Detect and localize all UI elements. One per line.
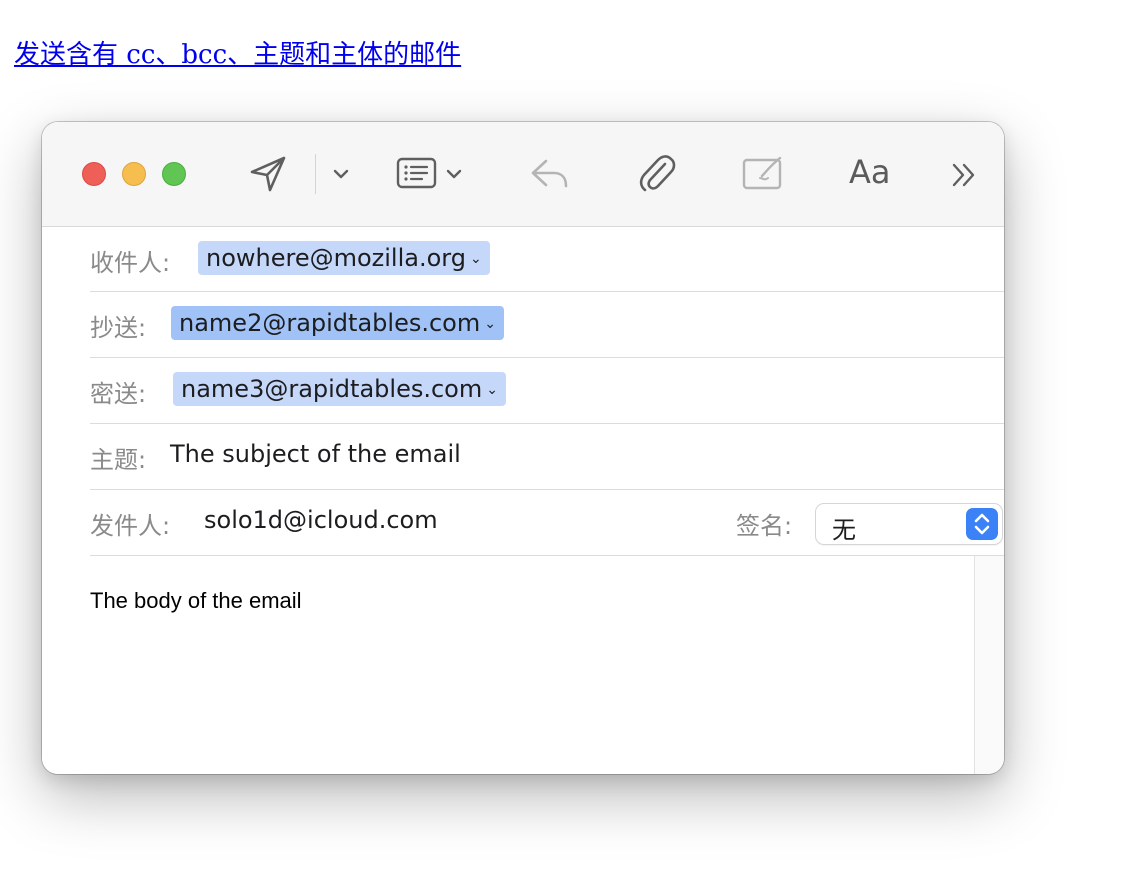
toolbar-separator bbox=[315, 154, 316, 194]
to-recipient-token[interactable]: nowhere@mozilla.org ⌄ bbox=[198, 241, 490, 275]
updown-chevron-glyph bbox=[974, 513, 990, 535]
send-icon[interactable] bbox=[248, 154, 288, 194]
message-body[interactable]: The body of the email bbox=[42, 556, 974, 774]
cc-field-row: 抄送: name2@rapidtables.com ⌄ bbox=[90, 292, 1004, 358]
signature-select[interactable]: 无 bbox=[816, 504, 1002, 544]
close-window-button[interactable] bbox=[82, 162, 106, 186]
reply-icon[interactable] bbox=[530, 156, 570, 192]
chevron-down-icon[interactable] bbox=[445, 166, 463, 182]
subject-label: 主题: bbox=[90, 446, 147, 474]
minimize-window-button[interactable] bbox=[122, 162, 146, 186]
zoom-window-button[interactable] bbox=[162, 162, 186, 186]
signature-value: 无 bbox=[832, 516, 856, 544]
cc-label: 抄送: bbox=[90, 314, 147, 342]
updown-chevron-icon[interactable] bbox=[966, 508, 998, 540]
message-body-text: The body of the email bbox=[90, 588, 302, 613]
chevron-down-icon[interactable]: ⌄ bbox=[470, 251, 482, 267]
format-icon[interactable]: Aa bbox=[849, 153, 891, 191]
signature-label: 签名: bbox=[736, 512, 793, 540]
to-label: 收件人: bbox=[90, 249, 171, 277]
mail-compose-window: Aa 收件人: nowhere@mozilla.org ⌄ 抄送: name2@r… bbox=[42, 122, 1004, 774]
subject-field-row: 主题: The subject of the email bbox=[90, 424, 1004, 490]
compose-email-link[interactable]: 发送含有 cc、bcc、主题和主体的邮件 bbox=[14, 34, 461, 71]
cc-recipient-token[interactable]: name2@rapidtables.com ⌄ bbox=[171, 306, 504, 340]
chevron-down-icon[interactable] bbox=[332, 166, 350, 182]
from-address[interactable]: solo1d@icloud.com bbox=[204, 506, 438, 534]
to-recipient-address: nowhere@mozilla.org bbox=[206, 244, 466, 272]
markup-icon[interactable] bbox=[742, 154, 784, 192]
to-field-row: 收件人: nowhere@mozilla.org ⌄ bbox=[90, 227, 1004, 292]
cc-recipient-address: name2@rapidtables.com bbox=[179, 309, 481, 337]
chevron-down-icon[interactable]: ⌄ bbox=[486, 382, 498, 398]
chevron-down-icon[interactable]: ⌄ bbox=[484, 316, 496, 332]
bcc-recipient-address: name3@rapidtables.com bbox=[181, 375, 483, 403]
from-label: 发件人: bbox=[90, 512, 171, 540]
paperclip-icon[interactable] bbox=[638, 152, 676, 194]
toolbar: Aa bbox=[42, 122, 1004, 227]
more-icon[interactable] bbox=[950, 162, 978, 188]
header-fields-icon[interactable] bbox=[396, 156, 438, 190]
bcc-recipient-token[interactable]: name3@rapidtables.com ⌄ bbox=[173, 372, 506, 406]
vertical-scrollbar[interactable] bbox=[974, 556, 1004, 774]
bcc-label: 密送: bbox=[90, 380, 147, 408]
subject-input[interactable]: The subject of the email bbox=[170, 440, 461, 468]
bcc-field-row: 密送: name3@rapidtables.com ⌄ bbox=[90, 358, 1004, 424]
from-field-row: 发件人: solo1d@icloud.com 签名: 无 bbox=[90, 490, 1004, 556]
